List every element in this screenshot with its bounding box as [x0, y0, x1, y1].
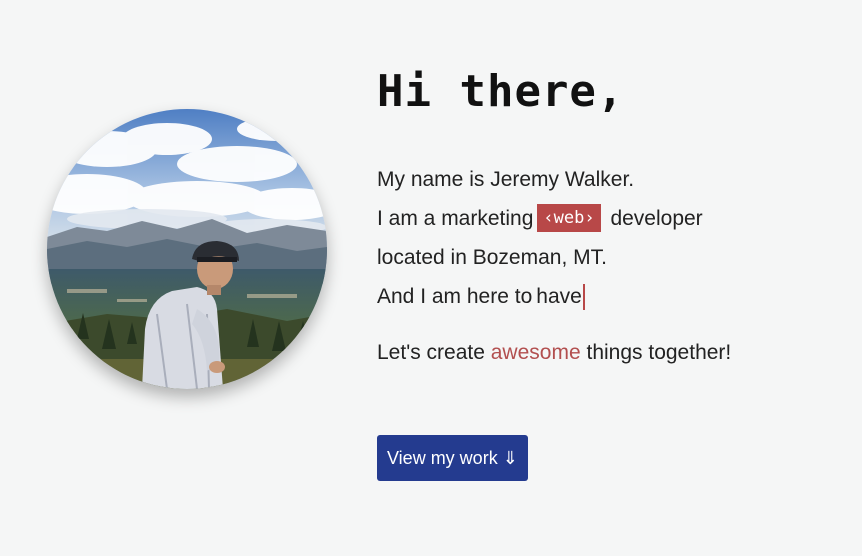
profile-photo-illustration — [47, 109, 327, 389]
intro-content: Hi there, My name is Jeremy Walker. I am… — [377, 62, 847, 368]
intro-line-name: My name is Jeremy Walker. — [377, 168, 635, 191]
hero-section: Hi there, My name is Jeremy Walker. I am… — [0, 0, 862, 556]
view-my-work-button[interactable]: View my work ⇓ — [377, 435, 528, 481]
web-tag-badge: ‹web› — [537, 204, 601, 232]
role-suffix: developer — [610, 207, 703, 230]
typed-text-with-cursor: have — [536, 284, 585, 310]
intro-text: My name is Jeremy Walker. I am a marketi… — [377, 160, 847, 316]
typing-prefix: And I am here to — [377, 285, 533, 308]
intro-line-typing: And I am here to have — [377, 277, 847, 316]
tagline-suffix: things together! — [586, 341, 732, 364]
tagline: Let's create awesome things together! — [377, 338, 847, 368]
tagline-prefix: Let's create — [377, 341, 485, 364]
greeting-heading: Hi there, — [377, 66, 625, 117]
tagline-accent: awesome — [490, 341, 581, 364]
intro-line-role: I am a marketing ‹web› developer — [377, 199, 847, 238]
role-prefix: I am a marketing — [377, 207, 534, 230]
profile-photo — [47, 109, 327, 389]
intro-line-location: located in Bozeman, MT. — [377, 246, 607, 269]
